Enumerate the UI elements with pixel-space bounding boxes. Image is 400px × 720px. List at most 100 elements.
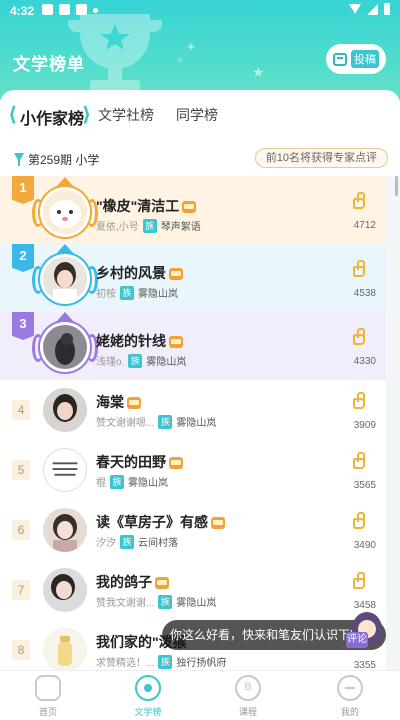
like-icon[interactable] [350, 452, 370, 470]
club-name[interactable]: 云间村落 [138, 534, 178, 549]
work-title-text: 我的鸽子 [96, 574, 152, 590]
profile-icon [337, 675, 363, 701]
submit-button[interactable]: 投稿 [326, 44, 386, 74]
work-title[interactable]: 海棠 [96, 392, 141, 412]
tab-classmates[interactable]: 同学榜 [176, 105, 218, 125]
avatar-image [43, 257, 87, 301]
work-title[interactable]: 春天的田野 [96, 452, 183, 472]
like-count: 4538 [353, 288, 376, 299]
like-count: 3490 [353, 540, 376, 551]
club-name[interactable]: 雾隐山岚 [176, 414, 216, 429]
laurel-left-icon: ⟨ [8, 104, 18, 126]
club-name[interactable]: 雾隐山岚 [128, 474, 168, 489]
rank-number: 6 [12, 520, 30, 540]
author-name: 汐汐 [96, 538, 116, 549]
work-title[interactable]: 乡村的风景 [96, 263, 183, 283]
submit-icon [333, 52, 347, 66]
work-title-text: 乡村的风景 [96, 265, 166, 281]
like-icon[interactable] [350, 392, 370, 410]
pen-pal-button[interactable]: 评论 [346, 612, 388, 656]
author-name: 赞文谢谢嗯... [96, 418, 155, 429]
ranking-row[interactable]: 2 乡村的风景 初桉 族 雾隐山岚 4538 [0, 244, 400, 312]
ranking-tabs: ⟨ 小作家榜 ⟩ 文学社榜 同学榜 [0, 90, 400, 140]
nav-ranking-label: 文学榜 [134, 707, 162, 717]
nav-ranking[interactable]: 文学榜 [118, 675, 178, 718]
club-tag: 族 [158, 654, 173, 669]
ranking-row[interactable]: 6 读《草房子》有感 汐汐 族 云间村落 3490 [0, 500, 400, 560]
tab-young-writer[interactable]: 小作家榜 [20, 105, 84, 129]
avatar[interactable] [40, 445, 90, 495]
avatar[interactable] [32, 312, 98, 372]
course-icon [235, 675, 261, 701]
like-icon[interactable] [350, 260, 370, 278]
club-name[interactable]: 琴声絮语 [161, 218, 201, 233]
ranking-list: 1 "橡皮"清洁工 夏依,小号 族 琴声絮语 4712 2 乡村的风景 初桉 族… [0, 176, 400, 670]
work-title-text: 姥姥的针线 [96, 333, 166, 349]
work-title-text: 读《草房子》有感 [96, 514, 208, 530]
ranking-row[interactable]: 3 姥姥的针线 浅瑾o. 族 雾隐山岚 4330 [0, 312, 400, 380]
work-title-text: "橡皮"清洁工 [96, 198, 180, 214]
bottom-navigation: 首页 文学榜 课程 我的 [0, 670, 400, 720]
like-icon[interactable] [350, 572, 370, 590]
comment-tag: 评论 [346, 632, 368, 648]
avatar-image [43, 190, 87, 234]
author-name: 夏依,小号 [96, 222, 139, 233]
nav-home[interactable]: 首页 [18, 675, 78, 718]
issue-bar: 第259期 小学 前10名将获得专家点评 [0, 140, 400, 176]
ranking-row[interactable]: 7 我的鸽子 赞我文谢谢... 族 雾隐山岚 3458 [0, 560, 400, 620]
nav-profile[interactable]: 我的 [320, 675, 380, 718]
author-name: 浅瑾o. [96, 357, 125, 368]
notification-icon [59, 4, 70, 15]
avatar[interactable] [32, 244, 98, 304]
work-title[interactable]: 我的鸽子 [96, 572, 169, 592]
nav-course[interactable]: 课程 [218, 675, 278, 718]
issue-period: 第259期 [28, 153, 73, 167]
avatar[interactable] [32, 177, 98, 237]
laurel-right-icon: ⟩ [82, 104, 92, 126]
club-tag: 族 [120, 534, 134, 549]
crown-icon [56, 244, 74, 254]
nav-profile-label: 我的 [340, 707, 359, 717]
issue-label[interactable]: 第259期 小学 [28, 151, 99, 168]
club-name[interactable]: 独行扬帆府 [176, 654, 226, 669]
avatar[interactable] [40, 385, 90, 435]
rank-icon [135, 675, 161, 701]
author-meta: 求赞精选！... 族 独行扬帆府 [96, 654, 226, 669]
like-icon[interactable] [350, 192, 370, 210]
nav-course-label: 课程 [238, 707, 257, 717]
avatar-image [43, 628, 87, 670]
scrollbar[interactable] [395, 176, 398, 196]
avatar-image [43, 448, 87, 492]
crown-icon [56, 177, 74, 187]
ranking-row[interactable]: 1 "橡皮"清洁工 夏依,小号 族 琴声絮语 4712 [0, 176, 400, 244]
tab-literature-club[interactable]: 文学社榜 [98, 105, 154, 125]
work-title[interactable]: "橡皮"清洁工 [96, 196, 197, 216]
level-crown-icon [169, 457, 183, 470]
work-title-text: 春天的田野 [96, 454, 166, 470]
filter-icon[interactable] [14, 153, 24, 166]
avatar-image [43, 568, 87, 612]
work-title[interactable]: 读《草房子》有感 [96, 512, 225, 532]
avatar-image [43, 508, 87, 552]
star-icon: ★ [252, 64, 265, 80]
like-count: 3458 [353, 600, 376, 611]
home-icon [35, 675, 61, 701]
author-meta: 赞文谢谢嗯... 族 雾隐山岚 [96, 414, 216, 429]
avatar[interactable] [40, 505, 90, 555]
level-crown-icon [169, 268, 183, 281]
sparkle-icon: ✧ [176, 56, 185, 67]
club-name[interactable]: 雾隐山岚 [176, 594, 216, 609]
status-system-icons [349, 3, 390, 15]
work-title[interactable]: 姥姥的针线 [96, 331, 183, 351]
notification-icon [76, 4, 87, 15]
like-icon[interactable] [350, 328, 370, 346]
avatar[interactable] [40, 565, 90, 615]
like-icon[interactable] [350, 512, 370, 530]
club-name[interactable]: 雾隐山岚 [138, 285, 178, 300]
club-name[interactable]: 雾隐山岚 [146, 353, 186, 368]
ranking-row[interactable]: 4 海棠 赞文谢谢嗯... 族 雾隐山岚 3909 [0, 380, 400, 440]
avatar-image [43, 388, 87, 432]
avatar[interactable] [40, 625, 90, 670]
ranking-row[interactable]: 5 春天的田野 棍 族 雾隐山岚 3565 [0, 440, 400, 500]
author-meta: 初桉 族 雾隐山岚 [96, 285, 178, 300]
